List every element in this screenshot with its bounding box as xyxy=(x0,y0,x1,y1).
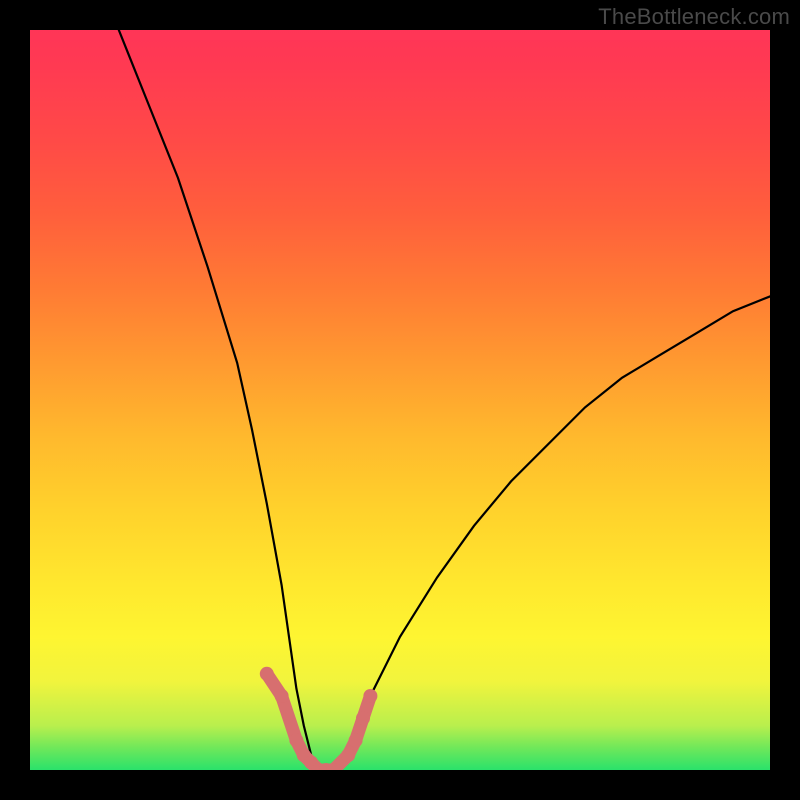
highlight-point xyxy=(363,689,377,703)
watermark-text: TheBottleneck.com xyxy=(598,4,790,30)
highlight-point xyxy=(349,733,363,747)
highlight-point xyxy=(341,748,355,762)
bottleneck-chart xyxy=(30,30,770,770)
highlight-points-group xyxy=(260,667,378,770)
highlight-point xyxy=(260,667,274,681)
bottleneck-curve-path xyxy=(119,30,770,770)
highlight-point xyxy=(275,689,289,703)
chart-frame: TheBottleneck.com xyxy=(0,0,800,800)
highlight-point xyxy=(289,733,303,747)
highlight-point xyxy=(356,711,370,725)
